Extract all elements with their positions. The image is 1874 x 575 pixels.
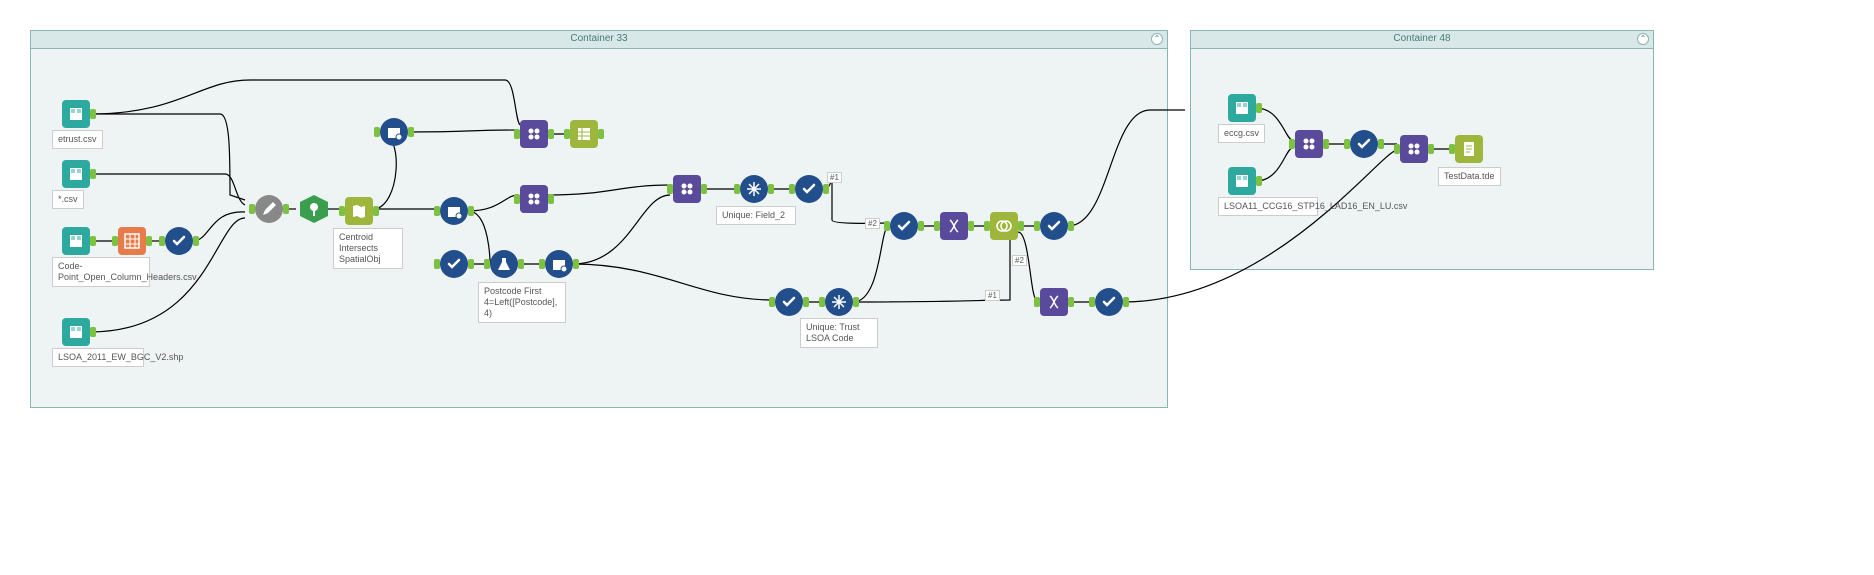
- tool-n1[interactable]: [62, 100, 90, 128]
- tool-n17[interactable]: [545, 250, 573, 278]
- label-testdata: TestData.tde: [1438, 167, 1501, 186]
- tool-n31[interactable]: [1295, 130, 1323, 158]
- label-lsoa11ccg: LSOA11_CCG16_STP16_LAD16_EN_LU.csv: [1218, 197, 1318, 216]
- anchor-1b: #1: [985, 290, 1000, 301]
- anchor-2: #2: [865, 218, 880, 229]
- tool-n19[interactable]: [740, 175, 768, 203]
- tool-n28[interactable]: [1095, 288, 1123, 316]
- label-etrust: etrust.csv: [52, 130, 103, 149]
- tool-n20[interactable]: [795, 175, 823, 203]
- label-centroid: Centroid Intersects SpatialObj: [333, 228, 403, 269]
- tool-n30[interactable]: [1228, 167, 1256, 195]
- tool-n27[interactable]: [1040, 288, 1068, 316]
- tool-n14[interactable]: [520, 120, 548, 148]
- tool-n11[interactable]: [440, 197, 468, 225]
- tool-n21[interactable]: [775, 288, 803, 316]
- container-48-header[interactable]: Container 48 ⌃: [1191, 31, 1653, 49]
- label-codepoint: Code-Point_Open_Column_Headers.csv: [52, 257, 150, 287]
- tool-n5[interactable]: [165, 227, 193, 255]
- label-uniquefield2: Unique: Field_2: [716, 206, 796, 225]
- tool-n15[interactable]: [570, 120, 598, 148]
- tool-n22[interactable]: [825, 288, 853, 316]
- collapse-icon[interactable]: ⌃: [1637, 33, 1649, 45]
- tool-n2[interactable]: [62, 160, 90, 188]
- collapse-icon[interactable]: ⌃: [1151, 33, 1163, 45]
- tool-n10[interactable]: [380, 118, 408, 146]
- container-33-header[interactable]: Container 33 ⌃: [31, 31, 1167, 49]
- tool-n4[interactable]: [118, 227, 146, 255]
- container-48-title: Container 48: [1393, 33, 1450, 44]
- tool-n29[interactable]: [1228, 94, 1256, 122]
- anchor-2b: #2: [1012, 255, 1027, 266]
- tool-n24[interactable]: [940, 212, 968, 240]
- tool-n9[interactable]: [345, 197, 373, 225]
- tool-n16[interactable]: [520, 185, 548, 213]
- label-postcode: Postcode First 4=Left([Postcode], 4): [478, 282, 566, 323]
- tool-n3[interactable]: [62, 227, 90, 255]
- tool-n6[interactable]: [62, 318, 90, 346]
- tool-n34[interactable]: [1455, 135, 1483, 163]
- anchor-1: #1: [827, 172, 842, 183]
- label-starcsv: *.csv: [52, 190, 84, 209]
- tool-n25[interactable]: [990, 212, 1018, 240]
- tool-n26[interactable]: [1040, 212, 1068, 240]
- label-lsoa2011: LSOA_2011_EW_BGC_V2.shp: [52, 348, 144, 367]
- label-eccg: eccg.csv: [1218, 124, 1265, 143]
- tool-n33[interactable]: [1400, 135, 1428, 163]
- container-33-title: Container 33: [570, 33, 627, 44]
- tool-n12[interactable]: [440, 250, 468, 278]
- tool-n18[interactable]: [673, 175, 701, 203]
- label-uniquetrust: Unique: Trust LSOA Code: [800, 318, 878, 348]
- tool-n13[interactable]: [490, 250, 518, 278]
- tool-n32[interactable]: [1350, 130, 1378, 158]
- tool-n23[interactable]: [890, 212, 918, 240]
- tool-n7[interactable]: [255, 195, 283, 223]
